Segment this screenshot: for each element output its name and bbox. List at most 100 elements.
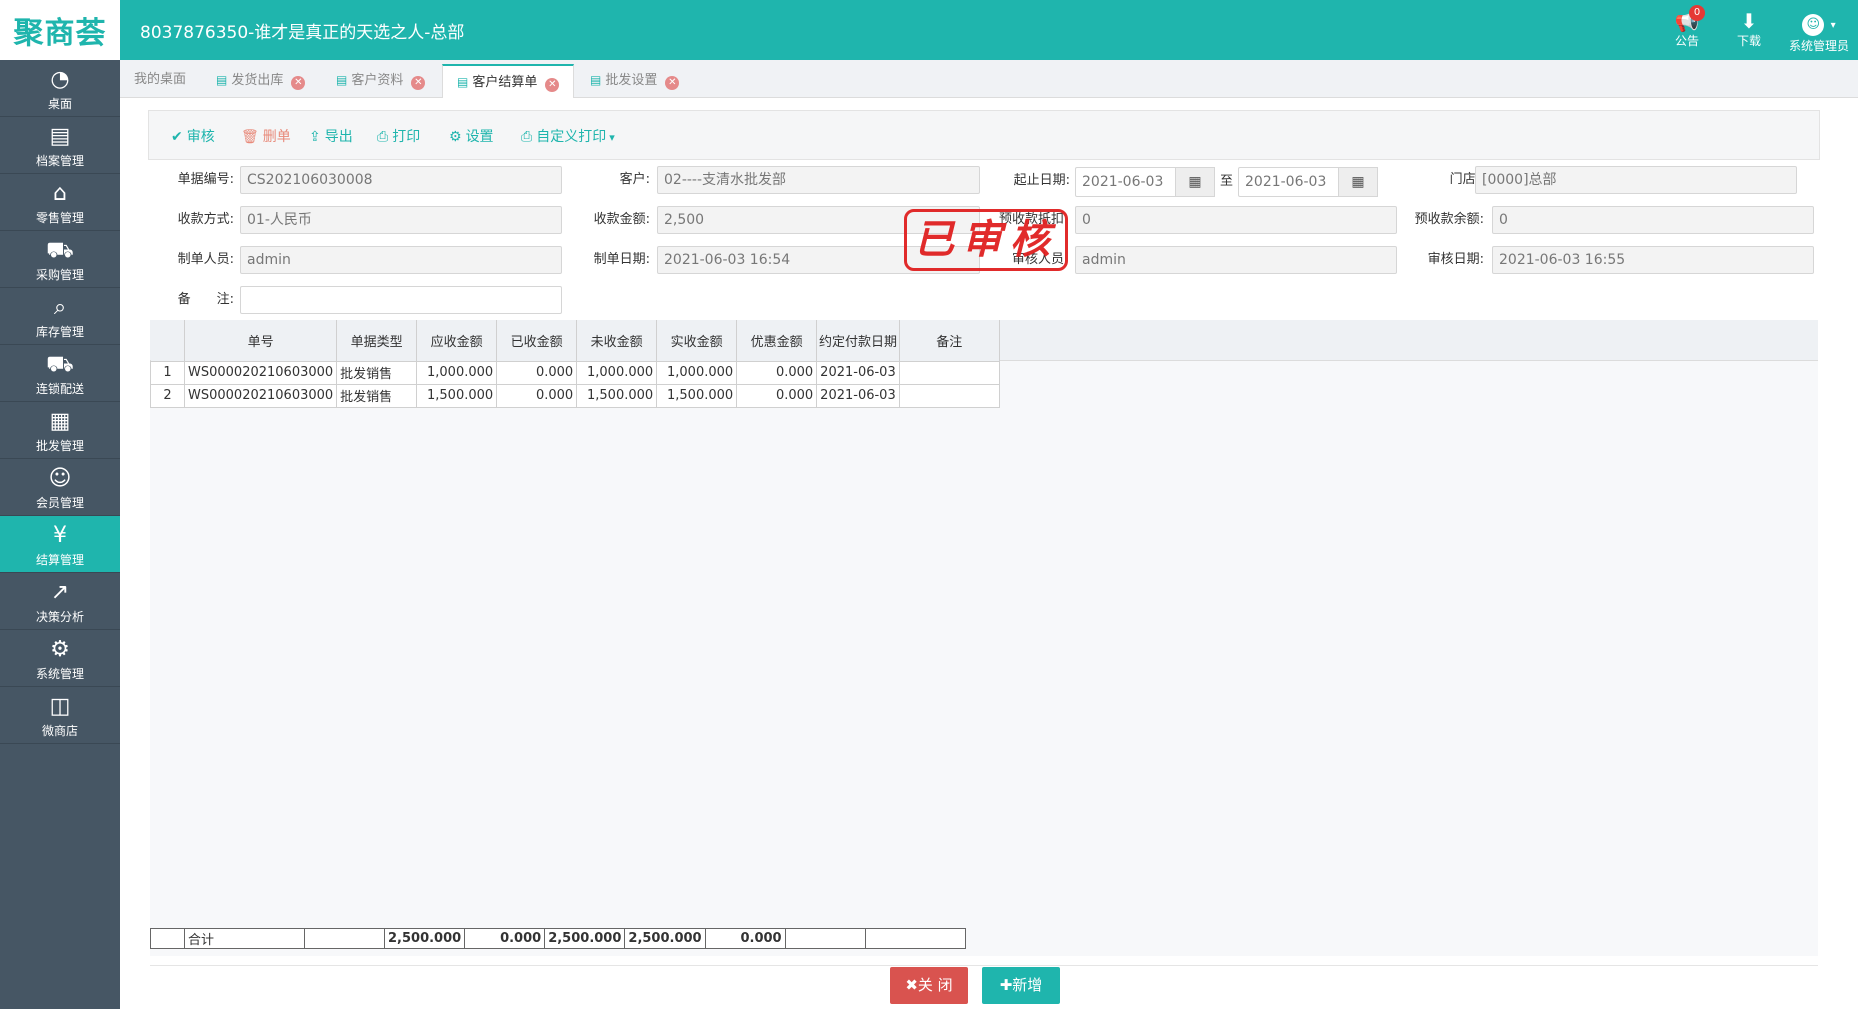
settlement-icon: ¥ [53,523,67,548]
remark-cell[interactable] [898,383,1000,408]
pay-method-field[interactable]: 01-人民币 [240,206,562,234]
audit-date-field[interactable]: 2021-06-03 16:55 [1492,246,1814,274]
gear-icon: ⚙ [50,637,70,662]
column-header[interactable]: 未收金额 [576,320,658,362]
tab-shipping[interactable]: ▤ 发货出库 ✕ [202,64,319,98]
sidebar-item-desktop[interactable]: ◔ 桌面 [0,60,120,117]
table-row[interactable]: 2 WS000020210603000 批发销售 1,500.000 0.000… [150,383,1000,408]
actual-received-cell[interactable]: 1,500.000 [656,383,738,408]
sidebar-item-microstore[interactable]: ◫ 微商店 [0,687,120,744]
app-logo[interactable]: 聚商荟 [0,0,120,60]
announcement-button[interactable]: 📢 0 公告 [1656,0,1718,60]
download-button[interactable]: ⬇ 下载 [1718,0,1780,60]
close-icon[interactable]: ✕ [411,76,426,90]
sidebar-item-label: 桌面 [47,97,72,111]
tab-label: 我的桌面 [134,72,187,87]
approve-button[interactable]: ✔ 审核 [171,126,215,146]
received-cell[interactable]: 0.000 [496,383,578,408]
date-from-field[interactable]: 2021-06-03 [1075,167,1177,197]
column-header[interactable]: 实收金额 [656,320,738,362]
doc-no-field[interactable]: CS202106030008 [240,166,562,194]
export-button[interactable]: ⇪ 导出 [309,126,353,146]
prepay-balance-field[interactable]: 0 [1492,206,1814,234]
actual-received-cell[interactable]: 1,000.000 [656,360,738,385]
calendar-icon[interactable]: ▦ [1175,167,1215,197]
document-icon: ▤ [590,73,602,87]
chart-icon: ↗ [50,580,70,605]
row-index: 2 [150,383,185,408]
customer-label: 客户: [619,172,650,187]
total-cell [864,928,966,949]
sidebar-item-retail[interactable]: ⌂ 零售管理 [0,174,120,231]
print-button[interactable]: ⎙ 打印 [377,126,420,146]
tab-customer-settlement[interactable]: ▤ 客户结算单 ✕ [442,64,575,99]
total-label: 合计 [184,928,305,949]
sidebar-item-label: 结算管理 [35,553,84,567]
due-date-cell[interactable]: 2021-06-03 [816,383,900,408]
settings-button[interactable]: ⚙ 设置 [449,126,494,146]
unreceived-cell[interactable]: 1,500.000 [576,383,658,408]
sidebar-item-inventory[interactable]: ⌕ 库存管理 [0,288,120,345]
document-icon: ▤ [457,75,469,89]
remark-cell[interactable] [898,360,1000,385]
received-cell[interactable]: 0.000 [496,360,578,385]
close-icon[interactable]: ✕ [665,76,680,90]
column-header[interactable]: 单号 [184,320,338,362]
row-index: 1 [150,360,185,385]
auditor-field[interactable]: admin [1075,246,1397,274]
tab-wholesale-settings[interactable]: ▤ 批发设置 ✕ [576,64,693,98]
due-date-cell[interactable]: 2021-06-03 [816,360,900,385]
table-row[interactable]: 1 WS000020210603000 批发销售 1,000.000 0.000… [150,360,1000,385]
unreceived-cell[interactable]: 1,000.000 [576,360,658,385]
column-header[interactable]: 优惠金额 [736,320,818,362]
approved-stamp: 已审核 [904,209,1068,271]
column-header[interactable]: 单据类型 [336,320,418,362]
add-button[interactable]: ✚新增 [982,967,1060,1004]
tab-label: 客户结算单 [472,75,538,90]
discount-cell[interactable]: 0.000 [736,360,818,385]
printer-icon: ⎙ [521,129,533,145]
sidebar-item-member[interactable]: ☺ 会员管理 [0,459,120,516]
delete-button[interactable]: 🗑 删单 [241,126,291,146]
dashboard-icon: ◔ [50,67,70,92]
discount-cell[interactable]: 0.000 [736,383,818,408]
receivable-cell[interactable]: 1,500.000 [416,383,498,408]
sidebar-item-label: 零售管理 [35,211,84,225]
doc-no-cell[interactable]: WS000020210603000 [183,360,338,385]
sidebar-item-settlement[interactable]: ¥ 结算管理 [0,516,120,573]
sidebar-item-distribution[interactable]: ⛟ 连锁配送 [0,345,120,402]
remark-field[interactable] [240,286,562,314]
creator-field[interactable]: admin [240,246,562,274]
calendar-icon[interactable]: ▦ [1338,167,1378,197]
close-icon[interactable]: ✕ [291,76,306,90]
sidebar-item-wholesale[interactable]: ▦ 批发管理 [0,402,120,459]
column-header[interactable]: 已收金额 [496,320,578,362]
tab-customer-info[interactable]: ▤ 客户资料 ✕ [322,64,439,98]
custom-print-button[interactable]: ⎙ 自定义打印 ▾ [521,126,615,146]
tab-my-desktop[interactable]: 我的桌面 [120,64,200,98]
user-menu-button[interactable]: ☺ ▾ 系统管理员 [1780,0,1858,60]
sidebar-item-purchase[interactable]: ⛟ 采购管理 [0,231,120,288]
close-button[interactable]: ✖关 闭 [890,967,968,1004]
sidebar-item-label: 系统管理 [35,667,84,681]
column-header[interactable]: 备注 [899,320,1000,362]
sidebar-item-analysis[interactable]: ↗ 决策分析 [0,573,120,630]
column-header[interactable]: 应收金额 [416,320,498,362]
store-icon: ⌂ [53,181,67,206]
store-field[interactable]: [0000]总部 [1475,166,1797,194]
close-icon[interactable]: ✕ [545,78,560,92]
doc-type-cell[interactable]: 批发销售 [336,360,418,385]
sidebar-item-system[interactable]: ⚙ 系统管理 [0,630,120,687]
column-header[interactable]: 约定付款日期 [816,320,900,362]
audit-date-label: 审核日期: [1427,252,1484,267]
prepay-deduct-field[interactable]: 0 [1075,206,1397,234]
sidebar-item-archives[interactable]: ▤ 档案管理 [0,117,120,174]
customer-field[interactable]: 02----支清水批发部 [657,166,980,194]
column-header [150,320,185,362]
sidebar-item-label: 采购管理 [35,268,84,282]
doc-type-cell[interactable]: 批发销售 [336,383,418,408]
document-icon: ▤ [336,73,348,87]
date-to-field[interactable]: 2021-06-03 [1238,167,1340,197]
receivable-cell[interactable]: 1,000.000 [416,360,498,385]
doc-no-cell[interactable]: WS000020210603000 [183,383,338,408]
